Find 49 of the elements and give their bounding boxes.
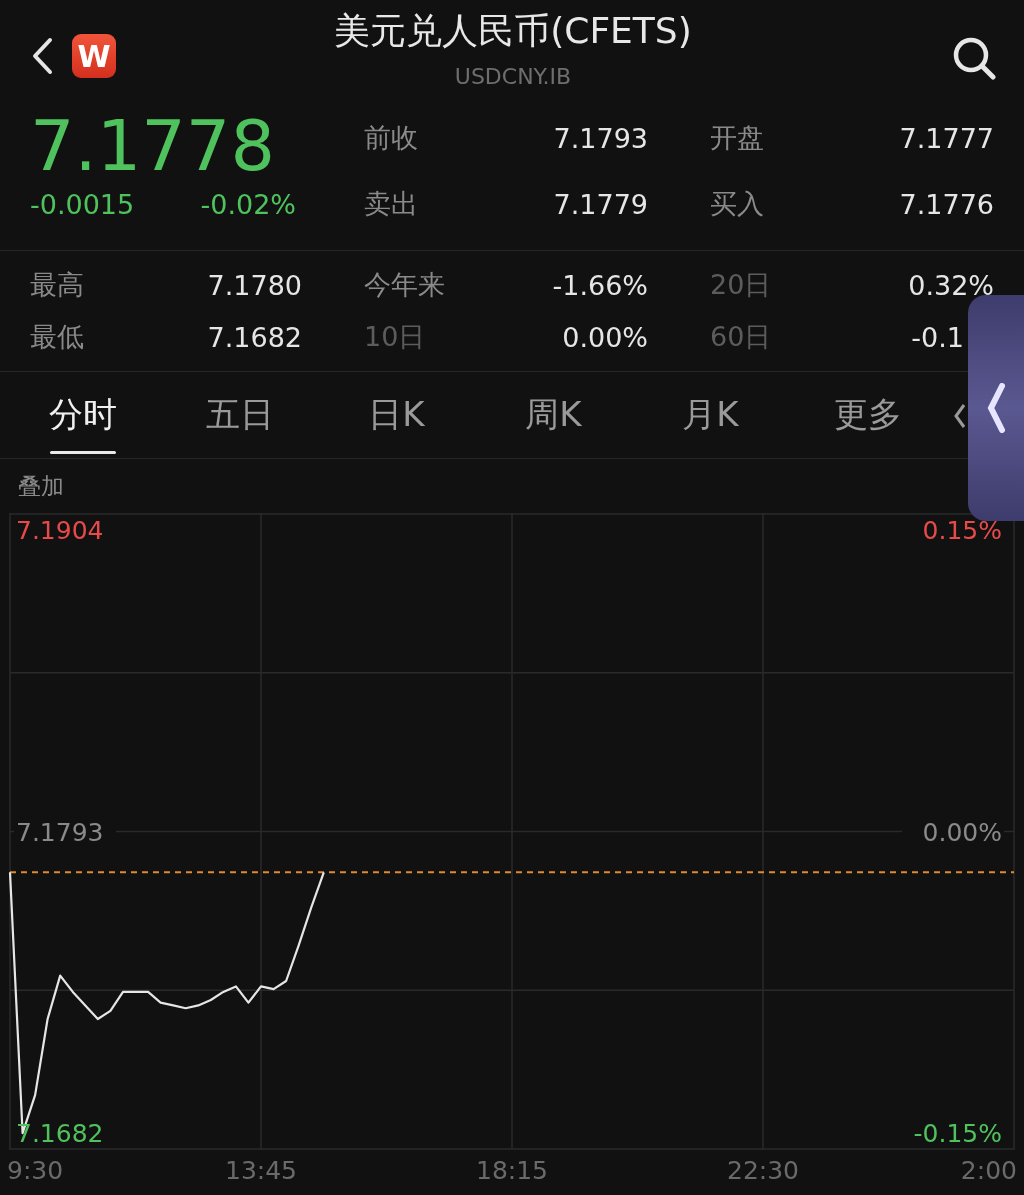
search-icon[interactable] (952, 36, 996, 80)
stat-value: 7.1780 (207, 269, 302, 301)
stat-label: 60日 (710, 320, 772, 354)
stat-value: 7.1779 (553, 188, 648, 220)
side-panel-handle[interactable] (968, 295, 1024, 521)
stat-label: 前收 (364, 121, 418, 155)
stat-label: 卖出 (364, 187, 418, 221)
price-change: -0.0015 (30, 188, 135, 220)
stat-value: -0.1 (911, 321, 964, 353)
stat-label: 最高 (30, 268, 84, 302)
stat-label: 10日 (364, 320, 426, 354)
time-label: 9:30 (7, 1156, 64, 1185)
symbol-code: USDCNY.IB (454, 64, 572, 89)
stat-label: 买入 (710, 187, 764, 221)
stat-label: 开盘 (710, 121, 764, 155)
axis-label: 7.1793 (16, 817, 104, 847)
time-label: 13:45 (225, 1156, 297, 1185)
stat-label: 20日 (710, 268, 772, 302)
page-title: 美元兑人民币(CFETS) (334, 9, 692, 53)
percent-axis-label: 0.15% (922, 516, 1002, 545)
chevron-left-icon (986, 383, 1006, 433)
time-label: 22:30 (727, 1156, 799, 1185)
overlay-label[interactable]: 叠加 (18, 470, 64, 502)
stat-value: 7.1682 (207, 321, 302, 353)
time-label: 18:15 (476, 1156, 548, 1185)
back-icon[interactable] (30, 37, 54, 75)
axis-label: 7.1904 (16, 516, 104, 545)
current-price: 7.1778 (30, 113, 276, 179)
stat-value: -1.66% (552, 269, 648, 301)
chart-tab[interactable]: 日K (318, 372, 475, 458)
time-label: 2:00 (960, 1156, 1017, 1185)
chart-tab[interactable]: 周K (475, 372, 632, 458)
stat-value: 0.00% (562, 321, 648, 353)
chart-tab[interactable]: 更多 (789, 372, 946, 458)
stat-value: 0.32% (908, 269, 994, 301)
stat-value: 7.1776 (899, 188, 994, 220)
percent-axis-label: -0.15% (913, 1119, 1002, 1148)
chevron-left-icon[interactable] (954, 402, 966, 430)
stat-value: 7.1793 (553, 122, 648, 154)
chart-tab[interactable]: 五日 (161, 372, 318, 458)
stat-label: 最低 (30, 320, 84, 354)
axis-label: 7.1682 (16, 1119, 104, 1148)
stat-label: 今年来 (364, 268, 445, 302)
percent-change: -0.02% (200, 188, 296, 220)
stat-value: 7.1777 (899, 122, 994, 154)
chart-tab[interactable]: 月K (632, 372, 789, 458)
percent-axis-label: 0.00% (922, 817, 1002, 847)
chart-tab[interactable]: 分时 (4, 372, 161, 458)
app-logo[interactable]: W (72, 34, 116, 78)
